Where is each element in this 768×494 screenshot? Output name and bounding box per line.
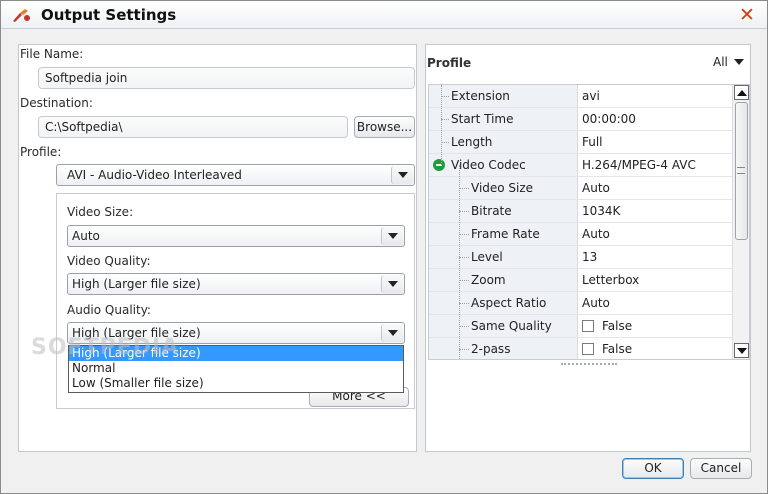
vertical-scrollbar[interactable] — [732, 85, 749, 359]
property-row[interactable]: Bitrate 1034K — [429, 200, 733, 223]
tree-vertical-guide — [459, 165, 460, 359]
property-key: Video Codec — [451, 158, 526, 172]
filter-value: All — [713, 55, 728, 69]
property-value: Auto — [582, 296, 610, 310]
property-row[interactable]: Zoom Letterbox — [429, 269, 733, 292]
profile-label: Profile: — [20, 145, 62, 159]
property-row[interactable]: Video Size Auto — [429, 177, 733, 200]
property-row[interactable]: Aspect Ratio Auto — [429, 292, 733, 315]
output-settings-window: Output Settings ✕ File Name: Softpedia j… — [0, 0, 768, 494]
video-quality-select[interactable]: High (Larger file size) — [67, 273, 405, 295]
property-value: 00:00:00 — [582, 112, 636, 126]
property-key: Aspect Ratio — [471, 296, 547, 310]
profile-panel-title: Profile — [427, 56, 472, 70]
app-logo-icon — [13, 9, 30, 22]
file-name-field[interactable]: Softpedia join — [38, 67, 415, 89]
ok-button[interactable]: OK — [622, 458, 684, 479]
property-value: avi — [582, 89, 600, 103]
chevron-down-icon — [733, 59, 744, 65]
chevron-down-icon[interactable] — [381, 227, 403, 245]
scroll-down-icon[interactable] — [734, 343, 749, 358]
property-value: False — [602, 319, 633, 333]
video-size-value: Auto — [72, 229, 100, 243]
chevron-down-icon[interactable] — [381, 275, 403, 293]
property-value: False — [602, 342, 633, 356]
resize-grip[interactable] — [561, 363, 617, 366]
close-icon[interactable]: ✕ — [735, 4, 759, 26]
audio-quality-label: Audio Quality: — [67, 303, 151, 317]
collapse-icon[interactable] — [433, 159, 445, 171]
property-key: Bitrate — [471, 204, 512, 218]
property-value: H.264/MPEG-4 AVC — [582, 158, 696, 172]
watermark: SOFTPEDIA — [31, 335, 180, 360]
property-key: Extension — [451, 89, 510, 103]
property-key: Frame Rate — [471, 227, 540, 241]
destination-label: Destination: — [20, 96, 93, 110]
property-row[interactable]: 2-pass False — [429, 338, 733, 359]
property-value: Full — [582, 135, 603, 149]
destination-field[interactable]: C:\Softpedia\ — [38, 116, 348, 138]
scroll-up-icon[interactable] — [734, 85, 749, 100]
property-value: Auto — [582, 227, 610, 241]
property-key: 2-pass — [471, 342, 511, 356]
window-title: Output Settings — [41, 6, 177, 24]
property-row[interactable]: Video Codec H.264/MPEG-4 AVC — [429, 154, 733, 177]
property-row[interactable]: Length Full — [429, 131, 733, 154]
property-row[interactable]: Same Quality False — [429, 315, 733, 338]
browse-button[interactable]: Browse... — [354, 116, 415, 138]
property-key: Same Quality — [471, 319, 552, 333]
chevron-down-icon[interactable] — [381, 324, 403, 342]
title-bar: Output Settings ✕ — [1, 1, 767, 29]
property-row[interactable]: Start Time 00:00:00 — [429, 108, 733, 131]
cancel-button[interactable]: Cancel — [690, 458, 752, 479]
video-size-select[interactable]: Auto — [67, 225, 405, 247]
chevron-down-icon[interactable] — [391, 166, 413, 184]
dropdown-option[interactable]: Normal — [69, 361, 403, 376]
video-size-label: Video Size: — [67, 205, 134, 219]
property-grid: Extension avi Start Time 00:00:00 Length… — [428, 84, 750, 360]
video-quality-value: High (Larger file size) — [72, 277, 201, 291]
property-row[interactable]: Level 13 — [429, 246, 733, 269]
profile-select-value: AVI - Audio-Video Interleaved — [67, 168, 242, 182]
grip-icon — [737, 167, 745, 174]
property-value: Letterbox — [582, 273, 640, 287]
property-key: Zoom — [471, 273, 506, 287]
file-name-label: File Name: — [20, 47, 84, 61]
profile-select[interactable]: AVI - Audio-Video Interleaved — [56, 164, 415, 186]
same-quality-checkbox[interactable] — [582, 320, 594, 332]
property-key: Level — [471, 250, 503, 264]
property-value: 13 — [582, 250, 598, 264]
dropdown-option[interactable]: Low (Smaller file size) — [69, 376, 403, 391]
video-quality-label: Video Quality: — [67, 254, 151, 268]
property-key: Length — [451, 135, 493, 149]
filter-dropdown[interactable]: All — [713, 55, 744, 69]
tree-vertical-guide — [441, 85, 442, 165]
property-row[interactable]: Frame Rate Auto — [429, 223, 733, 246]
property-row[interactable]: Extension avi — [429, 85, 733, 108]
property-key: Start Time — [451, 112, 514, 126]
property-value: 1034K — [582, 204, 621, 218]
property-value: Auto — [582, 181, 610, 195]
two-pass-checkbox[interactable] — [582, 343, 594, 355]
property-key: Video Size — [471, 181, 534, 195]
